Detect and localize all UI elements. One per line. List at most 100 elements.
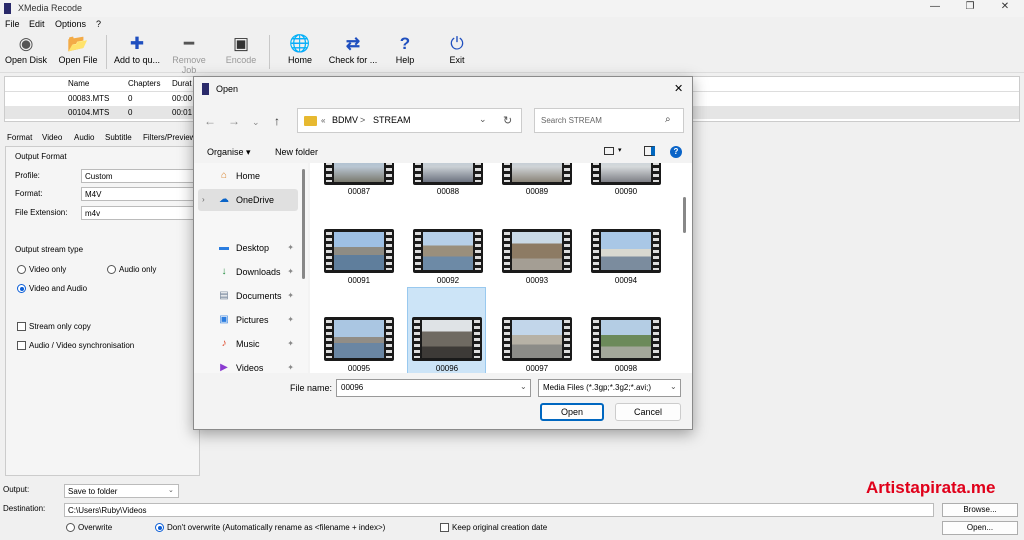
menu-help[interactable]: ? (96, 19, 101, 29)
video-only-radio[interactable] (17, 265, 26, 274)
help-icon[interactable]: ? (670, 146, 682, 158)
menu-file[interactable]: File (5, 19, 20, 29)
up-arrow-icon[interactable]: ↑ (274, 114, 280, 128)
file-item[interactable]: 00089 (498, 163, 576, 229)
output-select[interactable]: Save to folder (64, 484, 179, 498)
menu-edit[interactable]: Edit (29, 19, 45, 29)
file-item-selected[interactable]: 00096 (407, 287, 486, 373)
file-extension-select[interactable]: m4v (81, 206, 199, 220)
nav-item-downloads[interactable]: ↓ Downloads ✦ (198, 261, 298, 283)
organise-button[interactable]: Organise ▾ (207, 147, 251, 158)
view-options-icon[interactable] (604, 147, 614, 155)
address-bar[interactable]: « BDMV > STREAM ⌄ ↻ (297, 108, 522, 133)
file-item[interactable]: 00098 (587, 317, 665, 373)
dialog-close-button[interactable]: ✕ (674, 82, 683, 95)
file-item[interactable]: 00090 (587, 163, 665, 229)
add-to-queue-button[interactable]: ✚ Add to qu... (111, 33, 163, 71)
column-header-chapters[interactable]: Chapters (128, 79, 160, 88)
encode-button[interactable]: ▣ Encode (222, 33, 260, 71)
chevron-down-icon[interactable]: ▾ (618, 146, 622, 154)
dialog-cancel-button[interactable]: Cancel (615, 403, 681, 421)
remove-job-button[interactable]: ━ Remove Job (164, 33, 214, 75)
nav-item-music[interactable]: ♪ Music ✦ (198, 333, 298, 355)
video-and-audio-label: Video and Audio (29, 284, 88, 293)
search-input[interactable]: Search STREAM ⌕ (534, 108, 684, 133)
column-header-name[interactable]: Name (68, 79, 89, 88)
navigation-pane: ⌂ Home › ☁ OneDrive ▬ Desktop ✦ ↓ Downlo… (194, 163, 308, 373)
keep-date-checkbox[interactable] (440, 523, 449, 532)
format-select[interactable]: M4V (81, 187, 199, 201)
home-button[interactable]: 🌐 Home (282, 33, 318, 71)
back-arrow-icon[interactable]: ← (204, 114, 216, 128)
help-button[interactable]: ? Help (390, 33, 420, 71)
chevron-down-icon[interactable]: ⌄ (520, 382, 527, 391)
tab-audio[interactable]: Audio (74, 133, 94, 142)
videos-icon: ▶ (220, 362, 228, 373)
profile-select[interactable]: Custom (81, 169, 199, 183)
toolbar: ◉ Open Disk 📂 Open File ✚ Add to qu... ━… (0, 31, 1024, 75)
nav-scrollbar[interactable] (302, 169, 305, 279)
nav-item-documents[interactable]: ▤ Documents ✦ (198, 285, 298, 307)
open-file-button[interactable]: 📂 Open File (56, 33, 100, 71)
chevron-down-icon[interactable]: ⌄ (479, 114, 487, 125)
chevron-down-icon[interactable]: ⌄ (670, 382, 677, 391)
nav-item-videos[interactable]: ▶ Videos ✦ (198, 357, 298, 379)
forward-arrow-icon[interactable]: → (228, 114, 240, 128)
file-list: 00087 00088 00089 00090 00091 00092 0009… (310, 163, 692, 373)
column-header-duration[interactable]: Durat (172, 79, 192, 88)
help-icon: ? (399, 34, 411, 53)
file-item[interactable]: 00097 (498, 317, 576, 373)
maximize-button[interactable]: ❐ (955, 1, 985, 15)
audio-only-label: Audio only (119, 265, 157, 274)
preview-pane-icon[interactable] (644, 146, 655, 156)
video-and-audio-radio[interactable] (17, 284, 26, 293)
refresh-icon[interactable]: ↻ (503, 114, 512, 127)
chevron-right-icon[interactable]: › (202, 189, 205, 211)
app-logo-icon (4, 3, 11, 14)
open-disk-button[interactable]: ◉ Open Disk (3, 33, 49, 71)
destination-field[interactable]: C:\Users\Ruby\Videos (64, 503, 934, 517)
dont-overwrite-radio[interactable] (155, 523, 164, 532)
overwrite-radio[interactable] (66, 523, 75, 532)
exit-button[interactable]: ⏻ Exit (442, 33, 472, 71)
file-item[interactable]: 00088 (409, 163, 487, 229)
open-folder-button[interactable]: Open... (942, 521, 1018, 535)
tab-format[interactable]: Format (7, 133, 32, 142)
nav-item-home[interactable]: ⌂ Home (198, 165, 298, 187)
new-folder-button[interactable]: New folder (275, 147, 318, 157)
overwrite-label: Overwrite (78, 523, 113, 532)
tab-filters-preview[interactable]: Filters/Preview (143, 133, 195, 142)
file-item[interactable]: 00094 (587, 229, 665, 317)
refresh-icon: ⇄ (345, 34, 361, 53)
dialog-open-button[interactable]: Open (540, 403, 604, 421)
tab-subtitle[interactable]: Subtitle (105, 133, 132, 142)
av-sync-checkbox[interactable] (17, 341, 26, 350)
output-format-title: Output Format (15, 152, 67, 161)
nav-item-desktop[interactable]: ▬ Desktop ✦ (198, 237, 298, 259)
file-item[interactable]: 00087 (320, 163, 398, 229)
keep-date-label: Keep original creation date (452, 523, 548, 532)
file-item[interactable]: 00093 (498, 229, 576, 317)
download-icon: ↓ (221, 266, 227, 277)
pin-icon: ✦ (287, 363, 294, 372)
breadcrumb-bdmv[interactable]: BDMV (332, 115, 358, 125)
nav-item-pictures[interactable]: ▣ Pictures ✦ (198, 309, 298, 331)
file-name-input[interactable]: 00096 (336, 379, 531, 397)
menu-options[interactable]: Options (55, 19, 86, 29)
file-item[interactable]: 00095 (320, 317, 398, 373)
file-list-scrollbar[interactable] (683, 197, 686, 233)
tab-video[interactable]: Video (42, 133, 62, 142)
nav-item-onedrive[interactable]: › ☁ OneDrive (198, 189, 298, 211)
stream-copy-checkbox[interactable] (17, 322, 26, 331)
audio-only-radio[interactable] (107, 265, 116, 274)
recent-locations-chevron-icon[interactable]: ⌄ (252, 117, 260, 128)
dialog-command-bar: Organise ▾ New folder ▾ ? (194, 141, 692, 163)
file-type-select[interactable]: Media Files (*.3gp;*.3g2;*.avi;) (538, 379, 681, 397)
minimize-button[interactable]: — (920, 1, 950, 15)
close-button[interactable]: ✕ (990, 1, 1020, 15)
toolbar-separator (269, 35, 270, 69)
browse-button[interactable]: Browse... (942, 503, 1018, 517)
breadcrumb-stream[interactable]: STREAM (373, 115, 411, 125)
check-for-updates-button[interactable]: ⇄ Check for ... (326, 33, 380, 71)
file-item[interactable]: 00091 (320, 229, 398, 317)
